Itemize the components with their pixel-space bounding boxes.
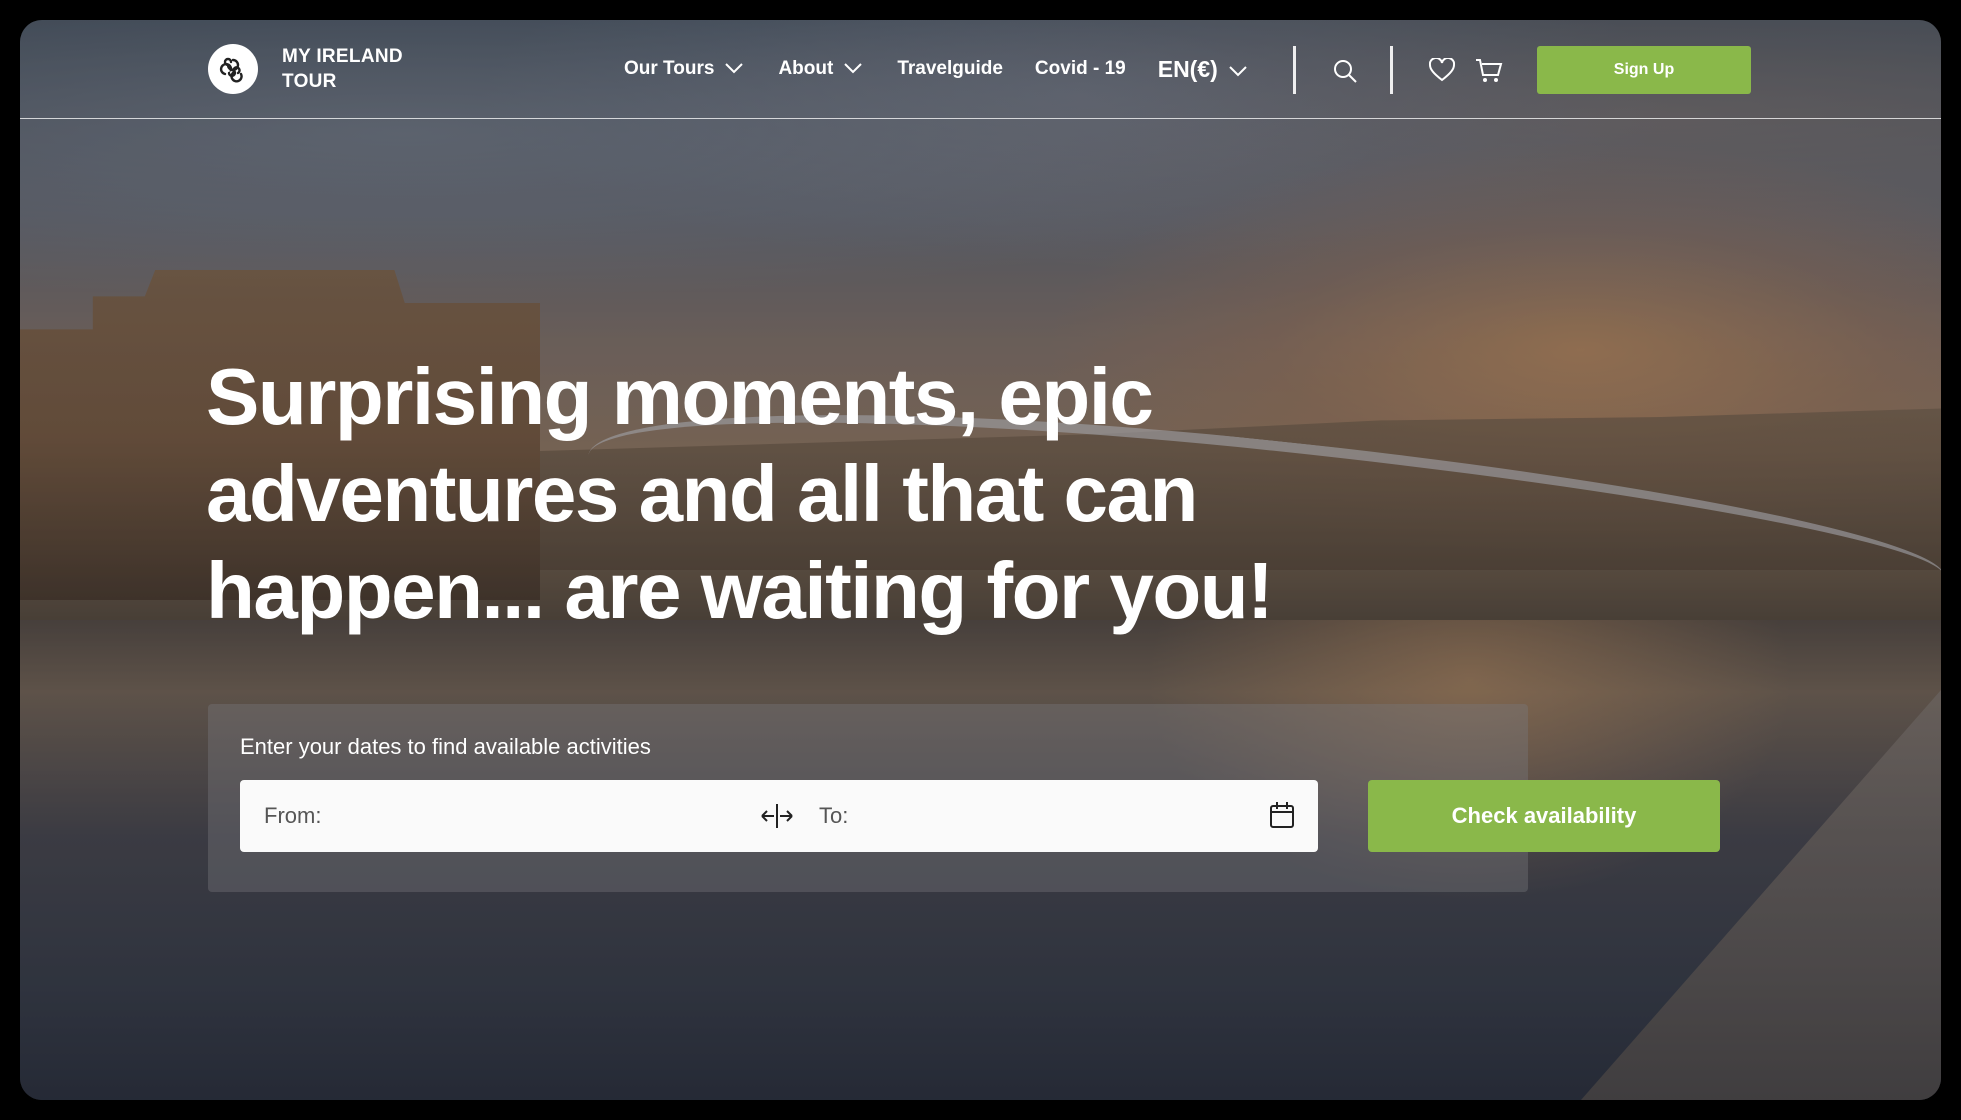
brand-name: MY IRELAND TOUR (282, 46, 403, 92)
search-prompt: Enter your dates to find available activ… (240, 734, 651, 759)
date-from-input[interactable]: From: (264, 803, 321, 829)
nav-item-covid[interactable]: Covid - 19 (1035, 52, 1126, 86)
nav-item-travelguide[interactable]: Travelguide (897, 52, 1003, 86)
nav-item-our-tours[interactable]: Our Tours (624, 52, 744, 86)
nav-item-label: Our Tours (624, 58, 715, 79)
calendar-icon[interactable] (1269, 801, 1295, 834)
chevron-down-icon (843, 58, 863, 80)
heart-icon[interactable] (1429, 58, 1455, 82)
hero-title: Surprising moments, epic adventures and … (206, 352, 1274, 635)
nav-item-label: Covid - 19 (1034, 58, 1126, 79)
language-selector[interactable]: EN(€) (1158, 52, 1248, 86)
swap-arrows-icon (760, 802, 794, 835)
cart-icon[interactable] (1475, 58, 1503, 84)
availability-search-panel: Enter your dates to find available activ… (208, 704, 1720, 892)
brand-logo[interactable]: MY IRELAND TOUR (208, 44, 422, 94)
check-availability-button[interactable]: Check availability (1368, 780, 1720, 852)
triskele-icon (208, 44, 258, 94)
sign-up-button[interactable]: Sign Up (1537, 46, 1751, 94)
chevron-down-icon (724, 58, 744, 80)
nav-item-label: Travelguide (897, 58, 1003, 79)
nav-item-about[interactable]: About (778, 52, 863, 86)
page-frame: MY IRELAND TOUR Our Tours About Travelgu… (20, 20, 1941, 1100)
main-nav: Our Tours About Travelguide Covid - 19 E… (624, 52, 1248, 86)
date-to-input[interactable]: To: (819, 803, 848, 829)
chevron-down-icon (1228, 56, 1248, 83)
nav-item-label: About (778, 58, 834, 79)
language-label: EN(€) (1157, 55, 1218, 82)
top-navbar: MY IRELAND TOUR Our Tours About Travelgu… (20, 20, 1941, 119)
nav-divider (1390, 46, 1393, 94)
search-icon[interactable] (1332, 58, 1358, 84)
date-range-field[interactable]: From: To: (240, 780, 1318, 852)
nav-divider (1293, 46, 1296, 94)
